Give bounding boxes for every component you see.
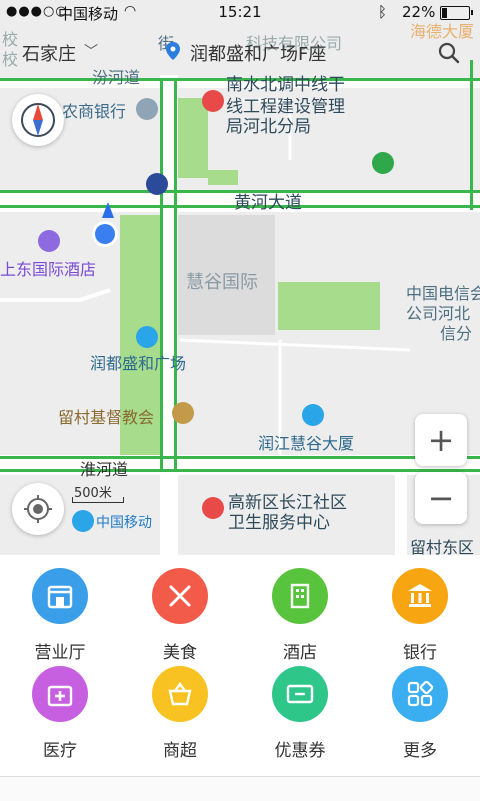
battery-tip [471, 10, 473, 15]
map-label-runjiang: 润江慧谷大厦 [258, 434, 355, 453]
battery-percent: 22% [402, 3, 436, 21]
office-poi-icon[interactable] [302, 404, 324, 426]
map-label-water-office-3: 局河北分局 [226, 117, 311, 137]
government-poi-icon[interactable] [202, 90, 224, 112]
road-label-huanghe: 黄河大道 [234, 193, 302, 213]
map-label-health-2: 卫生服务中心 [228, 513, 330, 533]
category-coupon[interactable]: 优惠券 [240, 653, 360, 761]
clinic-poi-icon[interactable] [202, 497, 224, 519]
category-label: 商超 [163, 741, 197, 761]
location-pin-icon [166, 42, 180, 60]
coupon-icon [272, 666, 328, 722]
map-label-liucun: 留村东区 [410, 538, 475, 555]
supermarket-icon [152, 666, 208, 722]
map-label-rundu: 润都盛和广场 [90, 354, 187, 373]
hotel-poi-icon-night[interactable] [146, 173, 168, 195]
category-more[interactable]: 更多 [360, 653, 480, 761]
current-location-icon [92, 202, 118, 247]
map-label-bank: 农商银行 [62, 102, 127, 121]
bank-icon [392, 568, 448, 624]
search-icon[interactable] [438, 42, 460, 64]
store-icon [32, 568, 88, 624]
category-label: 优惠券 [274, 741, 326, 761]
zoom-in-button[interactable]: + [415, 414, 467, 466]
map-label-huigu: 慧谷国际 [186, 272, 258, 293]
bank-poi-icon[interactable] [136, 98, 158, 120]
church-poi-icon[interactable] [172, 402, 194, 424]
road-label-huaihe: 淮河道 [80, 460, 129, 479]
locate-icon [24, 495, 52, 523]
more-icon [392, 666, 448, 722]
post-poi-icon[interactable] [372, 152, 394, 174]
map-view[interactable]: 科技有限公司 海德大厦 校 校 汾河道 街 农商银行 南水北调中线干 线工程建设… [0, 0, 480, 555]
building-poi-icon[interactable] [136, 326, 158, 348]
bluetooth-icon: ᛒ [378, 3, 388, 21]
map-scale-bar [72, 497, 124, 503]
zoom-out-button[interactable]: − [415, 472, 467, 524]
medical-icon [32, 666, 88, 722]
bottom-bar [0, 776, 480, 801]
battery-icon [440, 6, 470, 20]
category-label: 更多 [403, 741, 437, 761]
category-supermarket[interactable]: 商超 [120, 653, 240, 761]
map-label-church: 留村基督教会 [58, 408, 155, 427]
city-selector[interactable]: 石家庄 [22, 40, 76, 66]
cmcc-logo-icon[interactable] [72, 510, 94, 532]
search-bar: 石家庄 ﹀ 润都盛和广场F座 [0, 30, 480, 76]
map-label-hotel: 上东国际酒店 [0, 260, 97, 279]
place-name[interactable]: 润都盛和广场F座 [190, 40, 326, 66]
status-bar: ●●●○○ 中国移动 ◠ 15:21 ᛒ 22% [0, 0, 480, 26]
locate-button[interactable] [12, 483, 64, 535]
compass-icon [21, 103, 55, 137]
category-bank[interactable]: 银行 [360, 555, 480, 663]
category-food[interactable]: 美食 [120, 555, 240, 663]
category-store[interactable]: 营业厅 [0, 555, 120, 663]
category-hotel[interactable]: 酒店 [240, 555, 360, 663]
map-label-cmcc: 中国移动 [96, 515, 152, 531]
category-medical[interactable]: 医疗 [0, 653, 120, 761]
chevron-down-icon[interactable]: ﹀ [84, 41, 98, 61]
food-icon [152, 568, 208, 624]
hotel-poi-icon[interactable] [38, 230, 60, 252]
category-label: 医疗 [43, 741, 77, 761]
map-label-telecom-3: 信分 [440, 324, 473, 343]
hotel-icon [272, 568, 328, 624]
compass-button[interactable] [12, 94, 64, 146]
